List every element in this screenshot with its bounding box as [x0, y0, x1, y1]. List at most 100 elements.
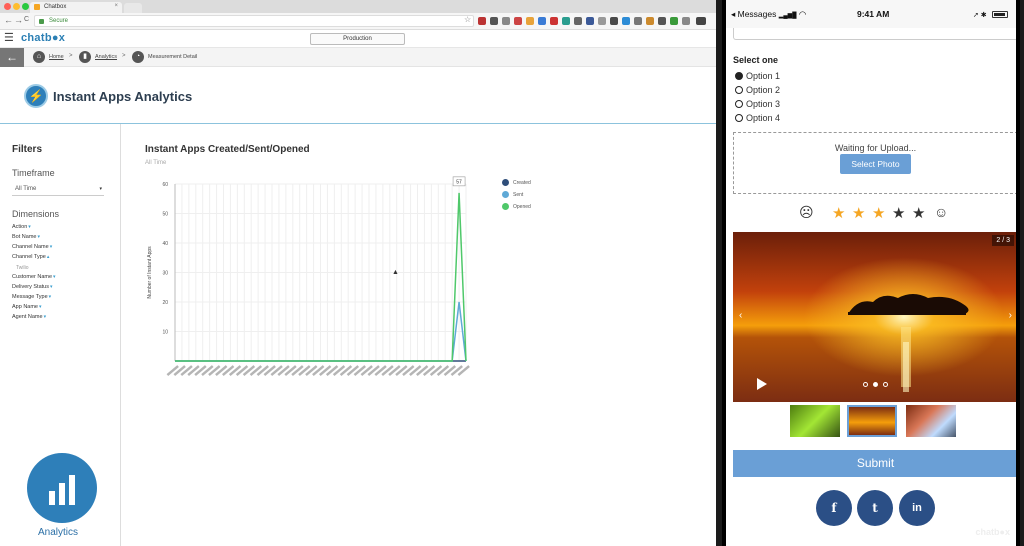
browser-tab[interactable]: Chatbox × — [30, 2, 122, 13]
environment-select[interactable]: Production — [310, 33, 405, 45]
extension-icon[interactable] — [490, 17, 498, 25]
thumbnail-sunset-selected[interactable] — [847, 405, 897, 437]
location-bluetooth-icon: ➚ ✱ — [972, 12, 987, 19]
extension-icon[interactable] — [478, 17, 486, 25]
back-button[interactable]: ← — [0, 48, 24, 67]
dimension-channel-name[interactable]: Channel Name▾ — [12, 244, 52, 250]
extension-icon[interactable] — [646, 17, 654, 25]
carousel-next-icon[interactable]: › — [1009, 310, 1012, 321]
dimensions-heading: Dimensions — [12, 209, 60, 219]
bookmark-star-icon[interactable]: ☆ — [464, 15, 471, 24]
chart-subtitle: All Time — [145, 160, 167, 166]
radio-icon — [735, 99, 743, 108]
radio-option-1[interactable]: Option 1 — [735, 71, 780, 81]
reload-icon[interactable]: C — [24, 16, 29, 23]
star-empty-icon[interactable]: ★ — [912, 204, 925, 222]
analytics-nav-button[interactable] — [27, 453, 97, 523]
facebook-icon[interactable]: f — [816, 490, 852, 526]
image-carousel[interactable]: 2 / 3 ‹ › — [733, 232, 1016, 402]
radio-option-2[interactable]: Option 2 — [735, 85, 780, 95]
star-filled-icon[interactable]: ★ — [872, 204, 885, 222]
star-filled-icon[interactable]: ★ — [832, 204, 845, 222]
bar-chart-icon — [49, 491, 55, 505]
thumbnail-coast[interactable] — [906, 405, 956, 437]
carousel-dot-active[interactable] — [873, 382, 878, 387]
extension-icon[interactable] — [574, 17, 582, 25]
breadcrumb: ← ⌂ Home > ▮ Analytics > ◔ Measurement D… — [0, 48, 716, 67]
sad-face-icon[interactable]: ☹ — [799, 204, 814, 221]
back-to-messages[interactable]: ◂ Messages — [731, 9, 776, 19]
forward-icon[interactable]: → — [14, 15, 23, 25]
previous-field[interactable] — [733, 28, 1016, 40]
extension-icon[interactable] — [526, 17, 534, 25]
new-tab-button[interactable] — [124, 3, 142, 13]
extension-icon[interactable] — [514, 17, 522, 25]
chatbox-logo[interactable]: chatb●x — [21, 32, 65, 44]
channel-type-option[interactable]: Twilio — [16, 265, 29, 271]
timeframe-select[interactable]: All Time ▾ — [12, 184, 104, 196]
extension-icon[interactable] — [622, 17, 630, 25]
close-window-icon[interactable] — [4, 3, 11, 10]
dimension-delivery-status[interactable]: Delivery Status▾ — [12, 284, 53, 290]
carousel-dot[interactable] — [883, 382, 888, 387]
extension-icon[interactable] — [502, 17, 510, 25]
breadcrumb-separator: > — [69, 53, 73, 59]
dimension-agent-name[interactable]: Agent Name▾ — [12, 314, 46, 320]
radio-option-3[interactable]: Option 3 — [735, 99, 780, 109]
legend-item-sent[interactable]: Sent — [502, 191, 531, 203]
extension-icon[interactable] — [562, 17, 570, 25]
legend-item-opened[interactable]: Opened — [502, 203, 531, 215]
dimension-app-name[interactable]: App Name▾ — [12, 304, 42, 310]
legend-item-created[interactable]: Created — [502, 179, 531, 191]
happy-face-icon[interactable]: ☺ — [934, 204, 948, 220]
radio-option-4[interactable]: Option 4 — [735, 113, 780, 123]
upload-dropzone[interactable]: Waiting for Upload... Select Photo — [733, 132, 1016, 194]
thumbnail-grass[interactable] — [790, 405, 840, 437]
select-photo-button[interactable]: Select Photo — [840, 154, 911, 174]
linkedin-icon[interactable]: in — [899, 490, 935, 526]
extension-icon[interactable] — [634, 17, 642, 25]
twitter-icon[interactable]: t — [857, 490, 893, 526]
home-icon[interactable]: ⌂ — [33, 51, 45, 63]
minimize-window-icon[interactable] — [13, 3, 20, 10]
extension-icon[interactable] — [610, 17, 618, 25]
carousel-dot[interactable] — [863, 382, 868, 387]
status-time: 9:41 AM — [857, 9, 890, 19]
y-tick-label: 30 — [162, 271, 168, 277]
analytics-nav-label[interactable]: Analytics — [38, 527, 78, 538]
extension-icon[interactable] — [670, 17, 678, 25]
screen: Chatbox × ← → C Secure ☆ ☰ chatb●x Produ… — [0, 0, 1024, 546]
breadcrumb-analytics[interactable]: Analytics — [95, 54, 117, 60]
dimension-channel-type[interactable]: Channel Type▴ — [12, 254, 49, 260]
extension-icon[interactable] — [682, 17, 690, 25]
address-input[interactable]: Secure — [34, 15, 474, 27]
extension-icon[interactable] — [658, 17, 666, 25]
hamburger-menu-icon[interactable]: ☰ — [4, 33, 14, 44]
close-tab-icon[interactable]: × — [114, 3, 118, 9]
dimension-action[interactable]: Action▾ — [12, 224, 31, 230]
dimension-message-type[interactable]: Message Type▾ — [12, 294, 51, 300]
star-filled-icon[interactable]: ★ — [852, 204, 865, 222]
breadcrumb-separator: > — [122, 53, 126, 59]
dimension-customer-name[interactable]: Customer Name▾ — [12, 274, 56, 280]
extension-icon[interactable] — [586, 17, 594, 25]
analytics-icon[interactable]: ▮ — [79, 51, 91, 63]
play-icon[interactable] — [757, 378, 767, 390]
back-icon[interactable]: ← — [4, 15, 13, 25]
extension-icon[interactable] — [550, 17, 558, 25]
maximize-window-icon[interactable] — [22, 3, 29, 10]
chatbox-watermark: chatb●x — [975, 527, 1010, 537]
y-tick-label: 10 — [162, 330, 168, 336]
submit-button[interactable]: Submit — [733, 450, 1016, 477]
breadcrumb-home[interactable]: Home — [49, 54, 64, 60]
carousel-prev-icon[interactable]: ‹ — [739, 310, 742, 321]
extension-icon[interactable] — [598, 17, 606, 25]
chevron-icon: ▾ — [48, 294, 52, 300]
dimension-bot-name[interactable]: Bot Name▾ — [12, 234, 40, 240]
chevron-icon: ▾ — [28, 224, 31, 230]
star-empty-icon[interactable]: ★ — [892, 204, 905, 222]
browser-menu-icon[interactable] — [696, 17, 706, 25]
app-header: ☰ chatb●x Production — [0, 30, 716, 48]
extension-icon[interactable] — [538, 17, 546, 25]
thumbnail-strip — [726, 405, 1016, 439]
